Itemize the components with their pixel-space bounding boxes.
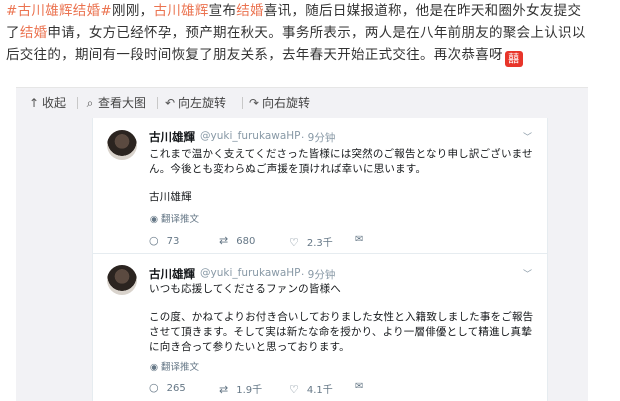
tweet-time: · 9分钟 [301,269,336,281]
reply-count: ○ 73 [149,234,180,247]
tweet-signature: 古川雄輝 [149,191,192,203]
tweet-handle: @yuki_furukawaHP [200,130,301,142]
globe-icon: ◉ [149,214,159,225]
translate-tweet-link: ◉ 翻译推文 [149,362,200,373]
tweet-text-line: に向き合って参りたいと思っております。 [149,341,350,353]
reply-icon: ○ [149,381,159,394]
reply-count: ○ 265 [149,381,186,394]
keyword-link[interactable]: 结婚 [20,25,48,41]
tweet-author-name: 古川雄輝 [149,267,195,281]
toolbar-divider [242,97,243,109]
tweet-text-line: させて頂きます。そして実は新たな命を授かり、より一層俳優として精進し真摯 [149,326,532,338]
retweet-icon: ⇄ [219,234,229,247]
retweet-count: ⇄ 680 [219,234,256,247]
toolbar-divider [77,97,78,109]
keyword-link[interactable]: 结婚 [236,3,264,19]
rotate-left-icon: ↶ [164,96,176,110]
tweet-divider [93,253,547,254]
heart-icon: ♡ [289,236,299,249]
tweet-text-line: これまで温かく支えてくださった皆様には突然のご報告となり申し訳ございませ [149,148,533,160]
post-text: #古川雄辉结婚#刚刚，古川雄辉宣布结婚喜讯，随后日媒报道称，他是在昨天和圈外女友… [6,0,612,67]
reply-icon: ○ [149,234,159,247]
rotate-left-button[interactable]: ↶ 向左旋转 [164,88,226,118]
post-line-1: #古川雄辉结婚#刚刚，古川雄辉宣布结婚喜讯，随后日媒报道称，他是在昨天和圈外女友… [6,3,582,19]
tweet-text-line: この度、かねてよりお付き合いしておりました女性と入籍致しました事をご報告 [149,311,534,323]
tweet-screenshot[interactable]: 古川雄輝 @yuki_furukawaHP · 9分钟 ﹀ これまで温かく支えて… [92,118,548,401]
hashtag-link[interactable]: #古川雄辉结婚# [6,3,112,19]
media-viewer: ↑ 收起 ⌕ 查看大图 ↶ 向左旋转 ↷ 向右旋转 古川雄輝 @yuki_furukaw… [16,87,588,401]
globe-icon: ◉ [149,362,159,373]
translate-tweet-link: ◉ 翻译推文 [149,214,200,225]
retweet-icon: ⇄ [219,383,229,396]
rotate-right-icon: ↷ [248,96,260,110]
name-link[interactable]: 古川雄辉 [153,3,208,19]
view-large-button[interactable]: ⌕ 查看大图 [84,88,146,118]
magnifier-icon: ⌕ [86,96,94,110]
avatar [107,265,137,295]
rotate-right-button[interactable]: ↷ 向右旋转 [248,88,310,118]
post-line-2: 了结婚申请，女方已经怀孕，预产期在秋天。事务所表示，两人是在八年前朋友的聚会上认… [6,25,586,41]
toolbar-divider [157,97,158,109]
collapse-button[interactable]: ↑ 收起 [28,88,66,118]
tweet-handle: @yuki_furukawaHP [200,267,301,279]
share-icon: ✉ [355,234,364,245]
tweet-time: · 9分钟 [301,132,336,144]
like-count: ♡ 2.3千 [289,236,333,249]
avatar [107,130,137,160]
heart-icon: ♡ [289,383,299,396]
tweet-text-line: ん。今後とも変わらぬご声援を頂ければ幸いに思います。 [149,163,427,175]
tweet-subtitle: いつも応援してくださるファンの皆様へ [149,283,341,295]
chevron-down-icon: ﹀ [523,133,533,143]
tweet-author-name: 古川雄輝 [149,130,195,144]
collapse-icon: ↑ [28,96,40,110]
like-count: ♡ 4.1千 [289,383,333,396]
double-happiness-emoji-icon: 囍 [504,51,523,67]
chevron-down-icon: ﹀ [523,270,533,280]
post-line-3: 后交往的，期间有一段时间恢复了朋友关系，去年春天开始正式交往。再次恭喜呀囍 [6,44,612,67]
image-toolbar: ↑ 收起 ⌕ 查看大图 ↶ 向左旋转 ↷ 向右旋转 [16,88,588,118]
retweet-count: ⇄ 1.9千 [219,383,263,396]
share-icon: ✉ [355,381,364,392]
